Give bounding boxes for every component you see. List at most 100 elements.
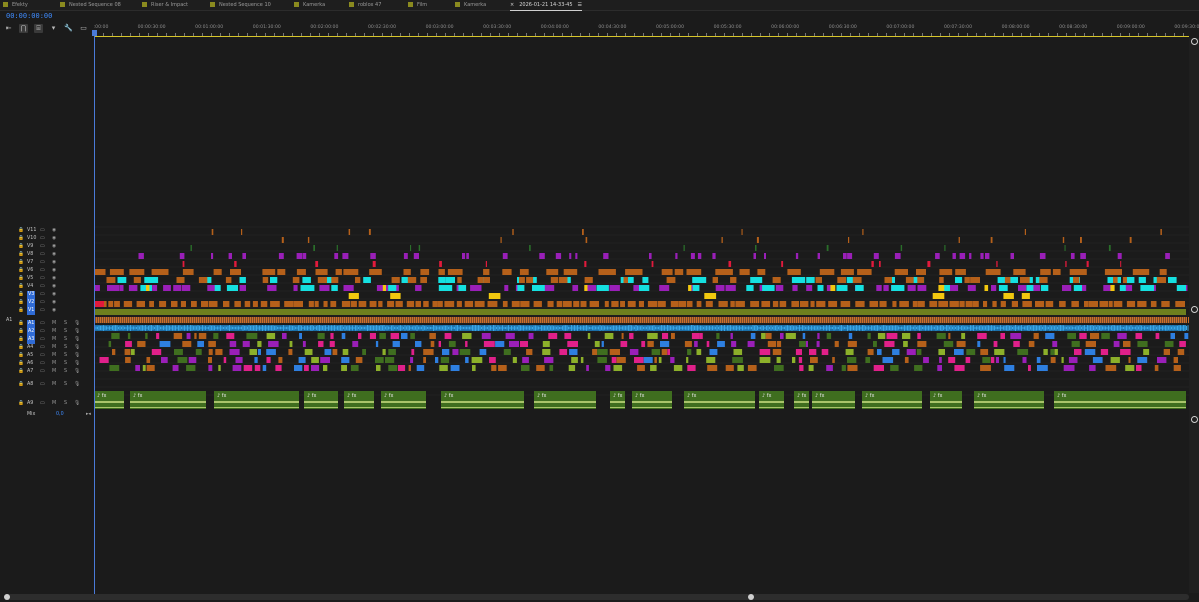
- clip-v11[interactable]: [862, 229, 864, 235]
- clip-v4c[interactable]: [984, 285, 989, 291]
- clip-a6[interactable]: [208, 357, 212, 363]
- clip-v8[interactable]: [969, 253, 972, 259]
- clip-v3[interactable]: [390, 293, 401, 299]
- clip-v5[interactable]: [117, 277, 127, 283]
- clip-v4b[interactable]: [1026, 285, 1034, 291]
- clip-a6[interactable]: [435, 357, 439, 363]
- clip-v2[interactable]: [828, 301, 838, 307]
- clip-v2[interactable]: [869, 301, 879, 307]
- clip-v2[interactable]: [696, 301, 702, 307]
- clip-v2[interactable]: [520, 301, 530, 307]
- clip-a7[interactable]: [1173, 365, 1181, 371]
- track-name[interactable]: V11: [27, 227, 36, 235]
- clip-v2[interactable]: [879, 301, 887, 307]
- clip-v10[interactable]: [721, 237, 723, 243]
- linked-selection-icon[interactable]: ⌸: [34, 24, 43, 33]
- clip-v8[interactable]: [697, 253, 702, 259]
- sync-lock-icon[interactable]: ▭: [40, 243, 45, 251]
- clip-a3[interactable]: [826, 333, 832, 339]
- clip-a5[interactable]: [938, 349, 945, 355]
- sync-lock-icon[interactable]: ▭: [40, 275, 45, 283]
- track-header-a6[interactable]: 🔒 A6 ▭ M S 🎙: [0, 360, 94, 368]
- clip-a5[interactable]: [342, 349, 349, 355]
- clip-a7[interactable]: [388, 365, 398, 371]
- track-header-a3[interactable]: 🔒 A3 ▭ M S 🎙: [0, 336, 94, 344]
- clip-a4[interactable]: [392, 341, 400, 347]
- clip-a7[interactable]: [808, 365, 814, 371]
- clip-v4b[interactable]: [388, 285, 397, 291]
- clip-a5[interactable]: [151, 349, 162, 355]
- clip-v6[interactable]: [955, 269, 966, 275]
- clip-a5[interactable]: [687, 349, 692, 355]
- clip-a6[interactable]: [580, 357, 584, 363]
- clip-v4b[interactable]: [458, 285, 467, 291]
- clip-v5b[interactable]: [884, 277, 893, 283]
- mute-button[interactable]: M: [52, 336, 56, 344]
- vertical-scrollbar[interactable]: [1189, 38, 1199, 593]
- clip-v2[interactable]: [1035, 301, 1045, 307]
- clip-v10[interactable]: [1080, 237, 1082, 243]
- clip-v6[interactable]: [519, 269, 529, 275]
- clip-a4[interactable]: [1085, 341, 1096, 347]
- clip-v2[interactable]: [983, 301, 988, 307]
- clip-a6[interactable]: [522, 357, 529, 363]
- clip-v6[interactable]: [1069, 269, 1087, 275]
- clip-a7[interactable]: [1037, 365, 1048, 371]
- clip-a3[interactable]: [1045, 333, 1055, 339]
- track-name[interactable]: A1: [27, 320, 36, 328]
- clip-a6[interactable]: [1128, 357, 1131, 363]
- clip-a5[interactable]: [980, 349, 989, 355]
- clip-v2[interactable]: [358, 301, 367, 307]
- lock-icon[interactable]: 🔒: [18, 283, 24, 291]
- clip-a7[interactable]: [521, 365, 530, 371]
- clip-v2[interactable]: [678, 301, 687, 307]
- track-header-v6[interactable]: 🔒 V6 ▭ ◉: [0, 267, 94, 275]
- clip-v2[interactable]: [620, 301, 625, 307]
- track-name[interactable]: A2: [27, 328, 36, 336]
- clip-v5b[interactable]: [317, 277, 327, 283]
- time-ruler[interactable]: :00:00 00:00:30:00 00:01:00:00 00:01:30:00 0…: [94, 22, 1199, 38]
- clip-a3[interactable]: [604, 333, 614, 339]
- clip-v6[interactable]: [715, 269, 733, 275]
- clip-v4b[interactable]: [998, 285, 1008, 291]
- clip-v5b[interactable]: [292, 277, 300, 283]
- clip-v4[interactable]: [107, 285, 119, 291]
- clip-a3[interactable]: [802, 333, 806, 339]
- clip-v2[interactable]: [244, 301, 251, 307]
- clip-v7[interactable]: [182, 261, 185, 267]
- track-name[interactable]: V5: [27, 275, 33, 283]
- clip-a6[interactable]: [385, 357, 395, 363]
- clip-v2[interactable]: [308, 301, 314, 307]
- clip-a6[interactable]: [654, 357, 657, 363]
- clip-a6[interactable]: [1173, 357, 1178, 363]
- clip-a5[interactable]: [772, 349, 782, 355]
- clip-a3[interactable]: [401, 333, 408, 339]
- clip-a4[interactable]: [601, 341, 604, 347]
- clip-v2[interactable]: [1088, 301, 1098, 307]
- clip-v2[interactable]: [341, 301, 351, 307]
- clip-v5b[interactable]: [483, 277, 490, 283]
- clip-a5[interactable]: [1074, 349, 1082, 355]
- clip-v5b[interactable]: [905, 277, 914, 283]
- clip-a7[interactable]: [747, 365, 757, 371]
- clip-a6[interactable]: [1068, 357, 1078, 363]
- clip-v2[interactable]: [611, 301, 619, 307]
- clip-v6[interactable]: [151, 269, 169, 275]
- clip-a6[interactable]: [965, 357, 971, 363]
- clip-a7[interactable]: [847, 365, 858, 371]
- clip-a3[interactable]: [730, 333, 733, 339]
- clip-v2[interactable]: [330, 301, 337, 307]
- clip-a6[interactable]: [847, 357, 857, 363]
- clip-v6[interactable]: [213, 269, 222, 275]
- lock-icon[interactable]: 🔒: [18, 227, 24, 235]
- clip-v8[interactable]: [1165, 253, 1170, 259]
- clip-v2[interactable]: [965, 301, 973, 307]
- clip-a4[interactable]: [137, 341, 146, 347]
- clip-v2[interactable]: [1150, 301, 1157, 307]
- clip-v2[interactable]: [323, 301, 328, 307]
- clip-v2[interactable]: [378, 301, 383, 307]
- clip-a6[interactable]: [125, 357, 131, 363]
- clip-v9[interactable]: [190, 245, 192, 251]
- sync-lock-icon[interactable]: ▭: [40, 381, 45, 389]
- clip-a4[interactable]: [706, 341, 710, 347]
